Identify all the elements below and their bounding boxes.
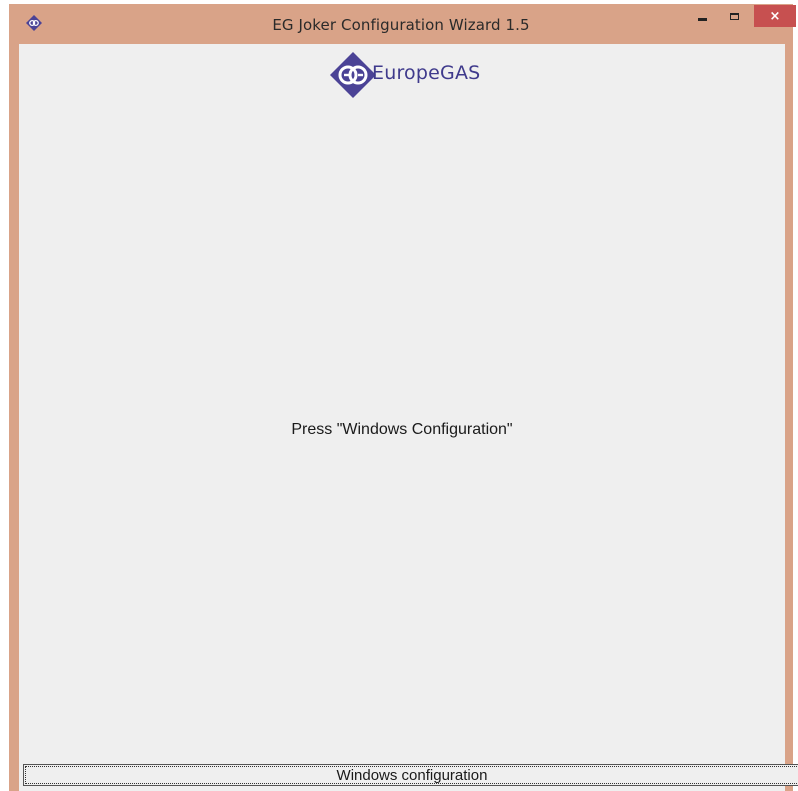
window-title: EG Joker Configuration Wizard 1.5 — [272, 16, 530, 34]
windows-configuration-button[interactable]: Windows configuration — [23, 764, 798, 786]
instruction-text: Press "Windows Configuration" — [291, 421, 513, 438]
minimize-icon — [697, 17, 707, 21]
brand-name: EuropeGAS — [372, 62, 481, 84]
close-button[interactable]: × — [754, 5, 796, 27]
europegas-logo-icon — [330, 52, 376, 98]
client-area: EuropeGAS Press "Windows Configuration" … — [19, 44, 798, 791]
app-window: EG Joker Configuration Wizard 1.5 × Euro… — [9, 4, 798, 791]
minimize-button[interactable] — [689, 5, 715, 27]
title-bar[interactable]: EG Joker Configuration Wizard 1.5 × — [9, 4, 796, 44]
maximize-icon — [729, 12, 739, 20]
windows-configuration-label: Windows configuration — [336, 766, 488, 784]
europegas-logo: EuropeGAS — [329, 51, 499, 99]
maximize-button[interactable] — [721, 5, 747, 27]
close-icon: × — [769, 8, 781, 24]
